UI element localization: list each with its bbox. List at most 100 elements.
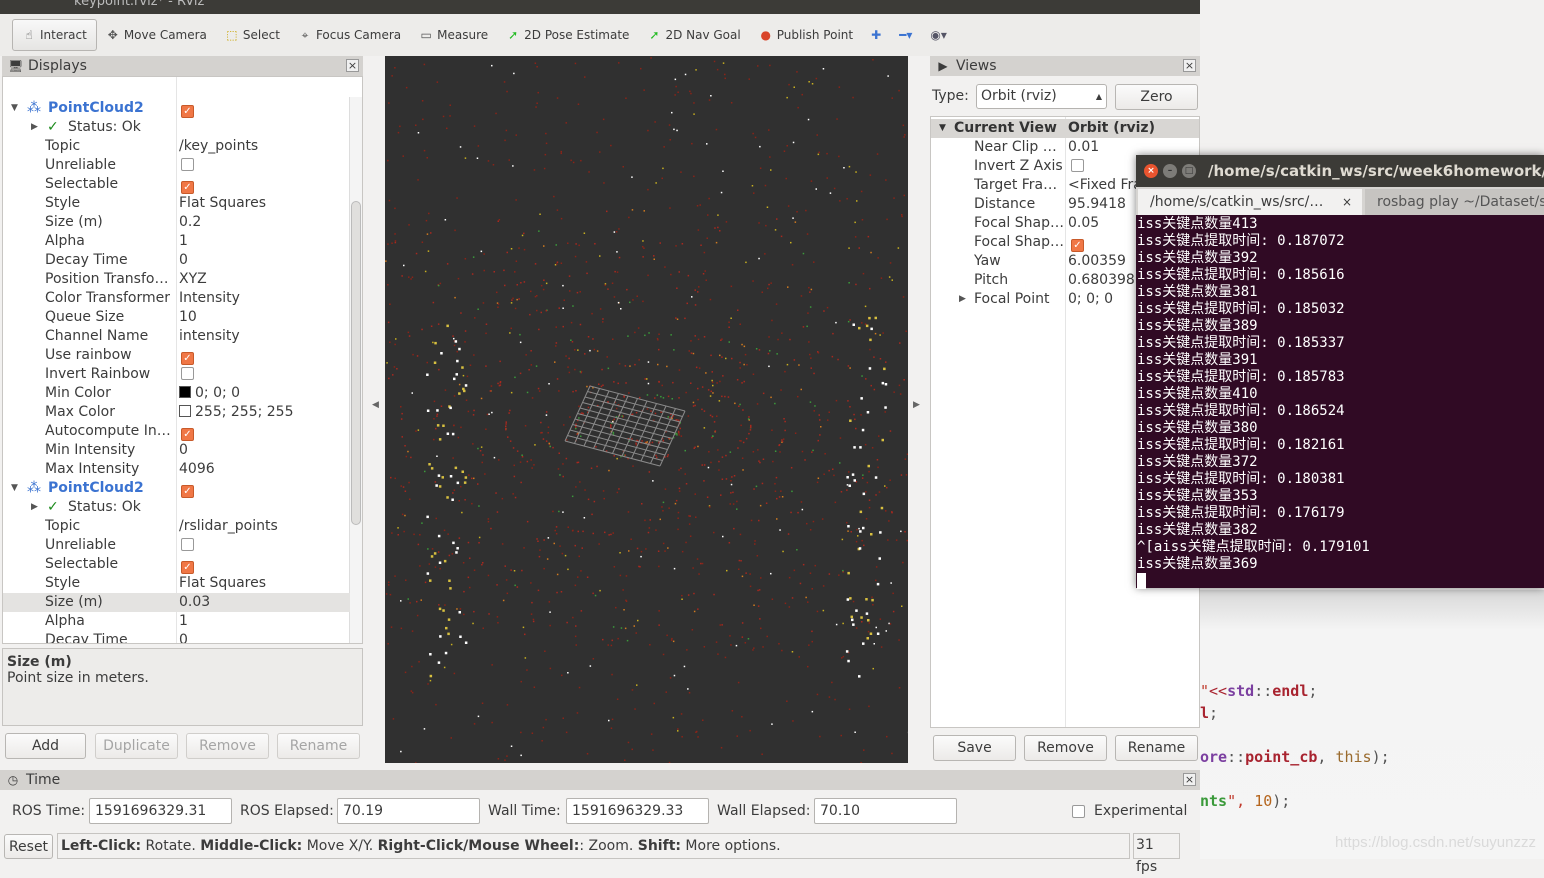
property-row[interactable]: ▶✓Status: Ok bbox=[3, 498, 350, 517]
property-row[interactable]: ▼⁂PointCloud2✓ bbox=[3, 99, 350, 118]
zero-button[interactable]: Zero bbox=[1115, 84, 1198, 110]
view-options-icon[interactable]: ◉▾ bbox=[921, 19, 956, 51]
property-value[interactable]: ✓ bbox=[181, 422, 194, 441]
color-swatch[interactable] bbox=[179, 405, 191, 417]
checkbox[interactable] bbox=[181, 158, 194, 171]
terminal-tab-2[interactable]: rosbag play ~/Dataset/se bbox=[1365, 189, 1544, 215]
property-value[interactable]: ✓ bbox=[181, 99, 194, 118]
remove-button[interactable]: Remove bbox=[186, 733, 269, 759]
close-icon[interactable]: × bbox=[1183, 773, 1196, 786]
property-value[interactable]: 6.00359 bbox=[1068, 252, 1126, 271]
save-view-button[interactable]: Save bbox=[933, 735, 1016, 761]
wall-elapsed-field[interactable]: 70.10 bbox=[814, 798, 957, 824]
checkbox[interactable]: ✓ bbox=[181, 181, 194, 194]
tool-focus-camera[interactable]: ⌖Focus Camera bbox=[289, 19, 410, 51]
tool-measure[interactable]: ▭Measure bbox=[410, 19, 497, 51]
close-window-icon[interactable]: × bbox=[1144, 164, 1158, 178]
ros-elapsed-field[interactable]: 70.19 bbox=[337, 798, 480, 824]
maximize-icon[interactable]: □ bbox=[1182, 164, 1196, 178]
expand-arrow-icon[interactable]: ▼ bbox=[939, 119, 946, 138]
tool-interact[interactable]: ☝Interact bbox=[12, 19, 97, 51]
property-row[interactable]: Alpha1 bbox=[3, 612, 350, 631]
add-button[interactable]: Add bbox=[5, 733, 86, 759]
property-value[interactable]: 95.9418 bbox=[1068, 195, 1126, 214]
property-row[interactable]: StyleFlat Squares bbox=[3, 194, 350, 213]
property-value[interactable]: 0; 0; 0 bbox=[1068, 290, 1113, 309]
checkbox[interactable] bbox=[181, 538, 194, 551]
property-row[interactable]: Queue Size10 bbox=[3, 308, 350, 327]
property-row[interactable]: Invert Rainbow bbox=[3, 365, 350, 384]
ros-time-field[interactable]: 1591696329.31 bbox=[89, 798, 232, 824]
rename-view-button[interactable]: Rename bbox=[1115, 735, 1198, 761]
property-value[interactable]: ✓ bbox=[181, 346, 194, 365]
property-value[interactable] bbox=[181, 365, 194, 384]
terminal-window[interactable]: ×–□/home/s/catkin_ws/src/week6homework/l… bbox=[1136, 155, 1544, 588]
property-row[interactable]: Channel Nameintensity bbox=[3, 327, 350, 346]
checkbox[interactable]: ✓ bbox=[181, 561, 194, 574]
checkbox[interactable]: ✓ bbox=[181, 428, 194, 441]
property-value[interactable]: 0.680398 bbox=[1068, 271, 1135, 290]
property-value[interactable] bbox=[1071, 157, 1084, 176]
tool-select[interactable]: ⬚Select bbox=[216, 19, 289, 51]
checkbox[interactable]: ✓ bbox=[181, 105, 194, 118]
tool-publish-point[interactable]: ●Publish Point bbox=[750, 19, 862, 51]
add-tool-icon[interactable]: ✚ bbox=[862, 19, 890, 51]
property-row[interactable]: Unreliable bbox=[3, 536, 350, 555]
property-value[interactable]: ✓ bbox=[181, 175, 194, 194]
property-row[interactable]: ▶✓Status: Ok bbox=[3, 118, 350, 137]
checkbox[interactable]: ✓ bbox=[181, 352, 194, 365]
minimize-icon[interactable]: – bbox=[1163, 164, 1177, 178]
remove-tool-icon[interactable]: ━▾ bbox=[890, 19, 921, 51]
property-value[interactable]: ✓ bbox=[181, 479, 194, 498]
3d-viewport[interactable] bbox=[385, 56, 908, 763]
collapse-left-arrow[interactable]: ◀ bbox=[372, 400, 379, 410]
duplicate-button[interactable]: Duplicate bbox=[95, 733, 178, 759]
property-row[interactable]: Max Color255; 255; 255 bbox=[3, 403, 350, 422]
property-value[interactable] bbox=[181, 156, 194, 175]
collapse-right-arrow[interactable]: ▶ bbox=[913, 400, 920, 410]
expand-arrow-icon[interactable]: ▼ bbox=[11, 99, 18, 118]
property-row[interactable]: Max Intensity4096 bbox=[3, 460, 350, 479]
property-row[interactable]: Decay Time0 bbox=[3, 251, 350, 270]
property-value[interactable] bbox=[181, 536, 194, 555]
expand-arrow-icon[interactable]: ▼ bbox=[11, 479, 18, 498]
collapse-arrow-icon[interactable]: ▶ bbox=[31, 118, 38, 137]
property-row[interactable]: Use rainbow✓ bbox=[3, 346, 350, 365]
scrollbar[interactable] bbox=[349, 97, 362, 644]
property-row[interactable]: Position Transfo…XYZ bbox=[3, 270, 350, 289]
remove-view-button[interactable]: Remove bbox=[1024, 735, 1107, 761]
tool-2d-nav-goal[interactable]: ➚2D Nav Goal bbox=[638, 19, 749, 51]
tool-2d-pose-estimate[interactable]: ➚2D Pose Estimate bbox=[497, 19, 638, 51]
close-tab-icon[interactable]: × bbox=[1342, 189, 1352, 215]
property-row[interactable]: StyleFlat Squares bbox=[3, 574, 350, 593]
property-row[interactable]: Min Color0; 0; 0 bbox=[3, 384, 350, 403]
property-row[interactable]: Selectable✓ bbox=[3, 555, 350, 574]
close-icon[interactable]: × bbox=[346, 59, 359, 72]
property-row[interactable]: Size (m)0.03 bbox=[3, 593, 350, 612]
wall-time-field[interactable]: 1591696329.33 bbox=[566, 798, 709, 824]
property-row[interactable]: Unreliable bbox=[3, 156, 350, 175]
checkbox[interactable] bbox=[181, 367, 194, 380]
property-row[interactable]: Min Intensity0 bbox=[3, 441, 350, 460]
property-row[interactable]: ▼⁂PointCloud2✓ bbox=[3, 479, 350, 498]
checkbox[interactable] bbox=[1071, 159, 1084, 172]
terminal-tab-1[interactable]: /home/s/catkin_ws/src/…× bbox=[1138, 189, 1362, 215]
property-row[interactable]: Autocompute In…✓ bbox=[3, 422, 350, 441]
rename-button[interactable]: Rename bbox=[277, 733, 360, 759]
property-value[interactable]: ✓ bbox=[181, 555, 194, 574]
view-type-select[interactable]: Orbit (rviz)▲ bbox=[976, 84, 1107, 109]
expand-arrow-icon[interactable]: ▶ bbox=[959, 290, 966, 309]
collapse-arrow-icon[interactable]: ▶ bbox=[31, 498, 38, 517]
close-icon[interactable]: × bbox=[1183, 59, 1196, 72]
property-row[interactable]: Topic/key_points bbox=[3, 137, 350, 156]
tool-move-camera[interactable]: ✥Move Camera bbox=[97, 19, 216, 51]
property-value[interactable]: 0.05 bbox=[1068, 214, 1099, 233]
property-value[interactable]: ✓ bbox=[1071, 233, 1084, 252]
color-swatch[interactable] bbox=[179, 386, 191, 398]
reset-button[interactable]: Reset bbox=[4, 834, 53, 859]
property-row[interactable]: Alpha1 bbox=[3, 232, 350, 251]
checkbox[interactable]: ✓ bbox=[1071, 239, 1084, 252]
property-row[interactable]: Decay Time0 bbox=[3, 631, 350, 644]
property-row[interactable]: Topic/rslidar_points bbox=[3, 517, 350, 536]
property-row[interactable]: Size (m)0.2 bbox=[3, 213, 350, 232]
